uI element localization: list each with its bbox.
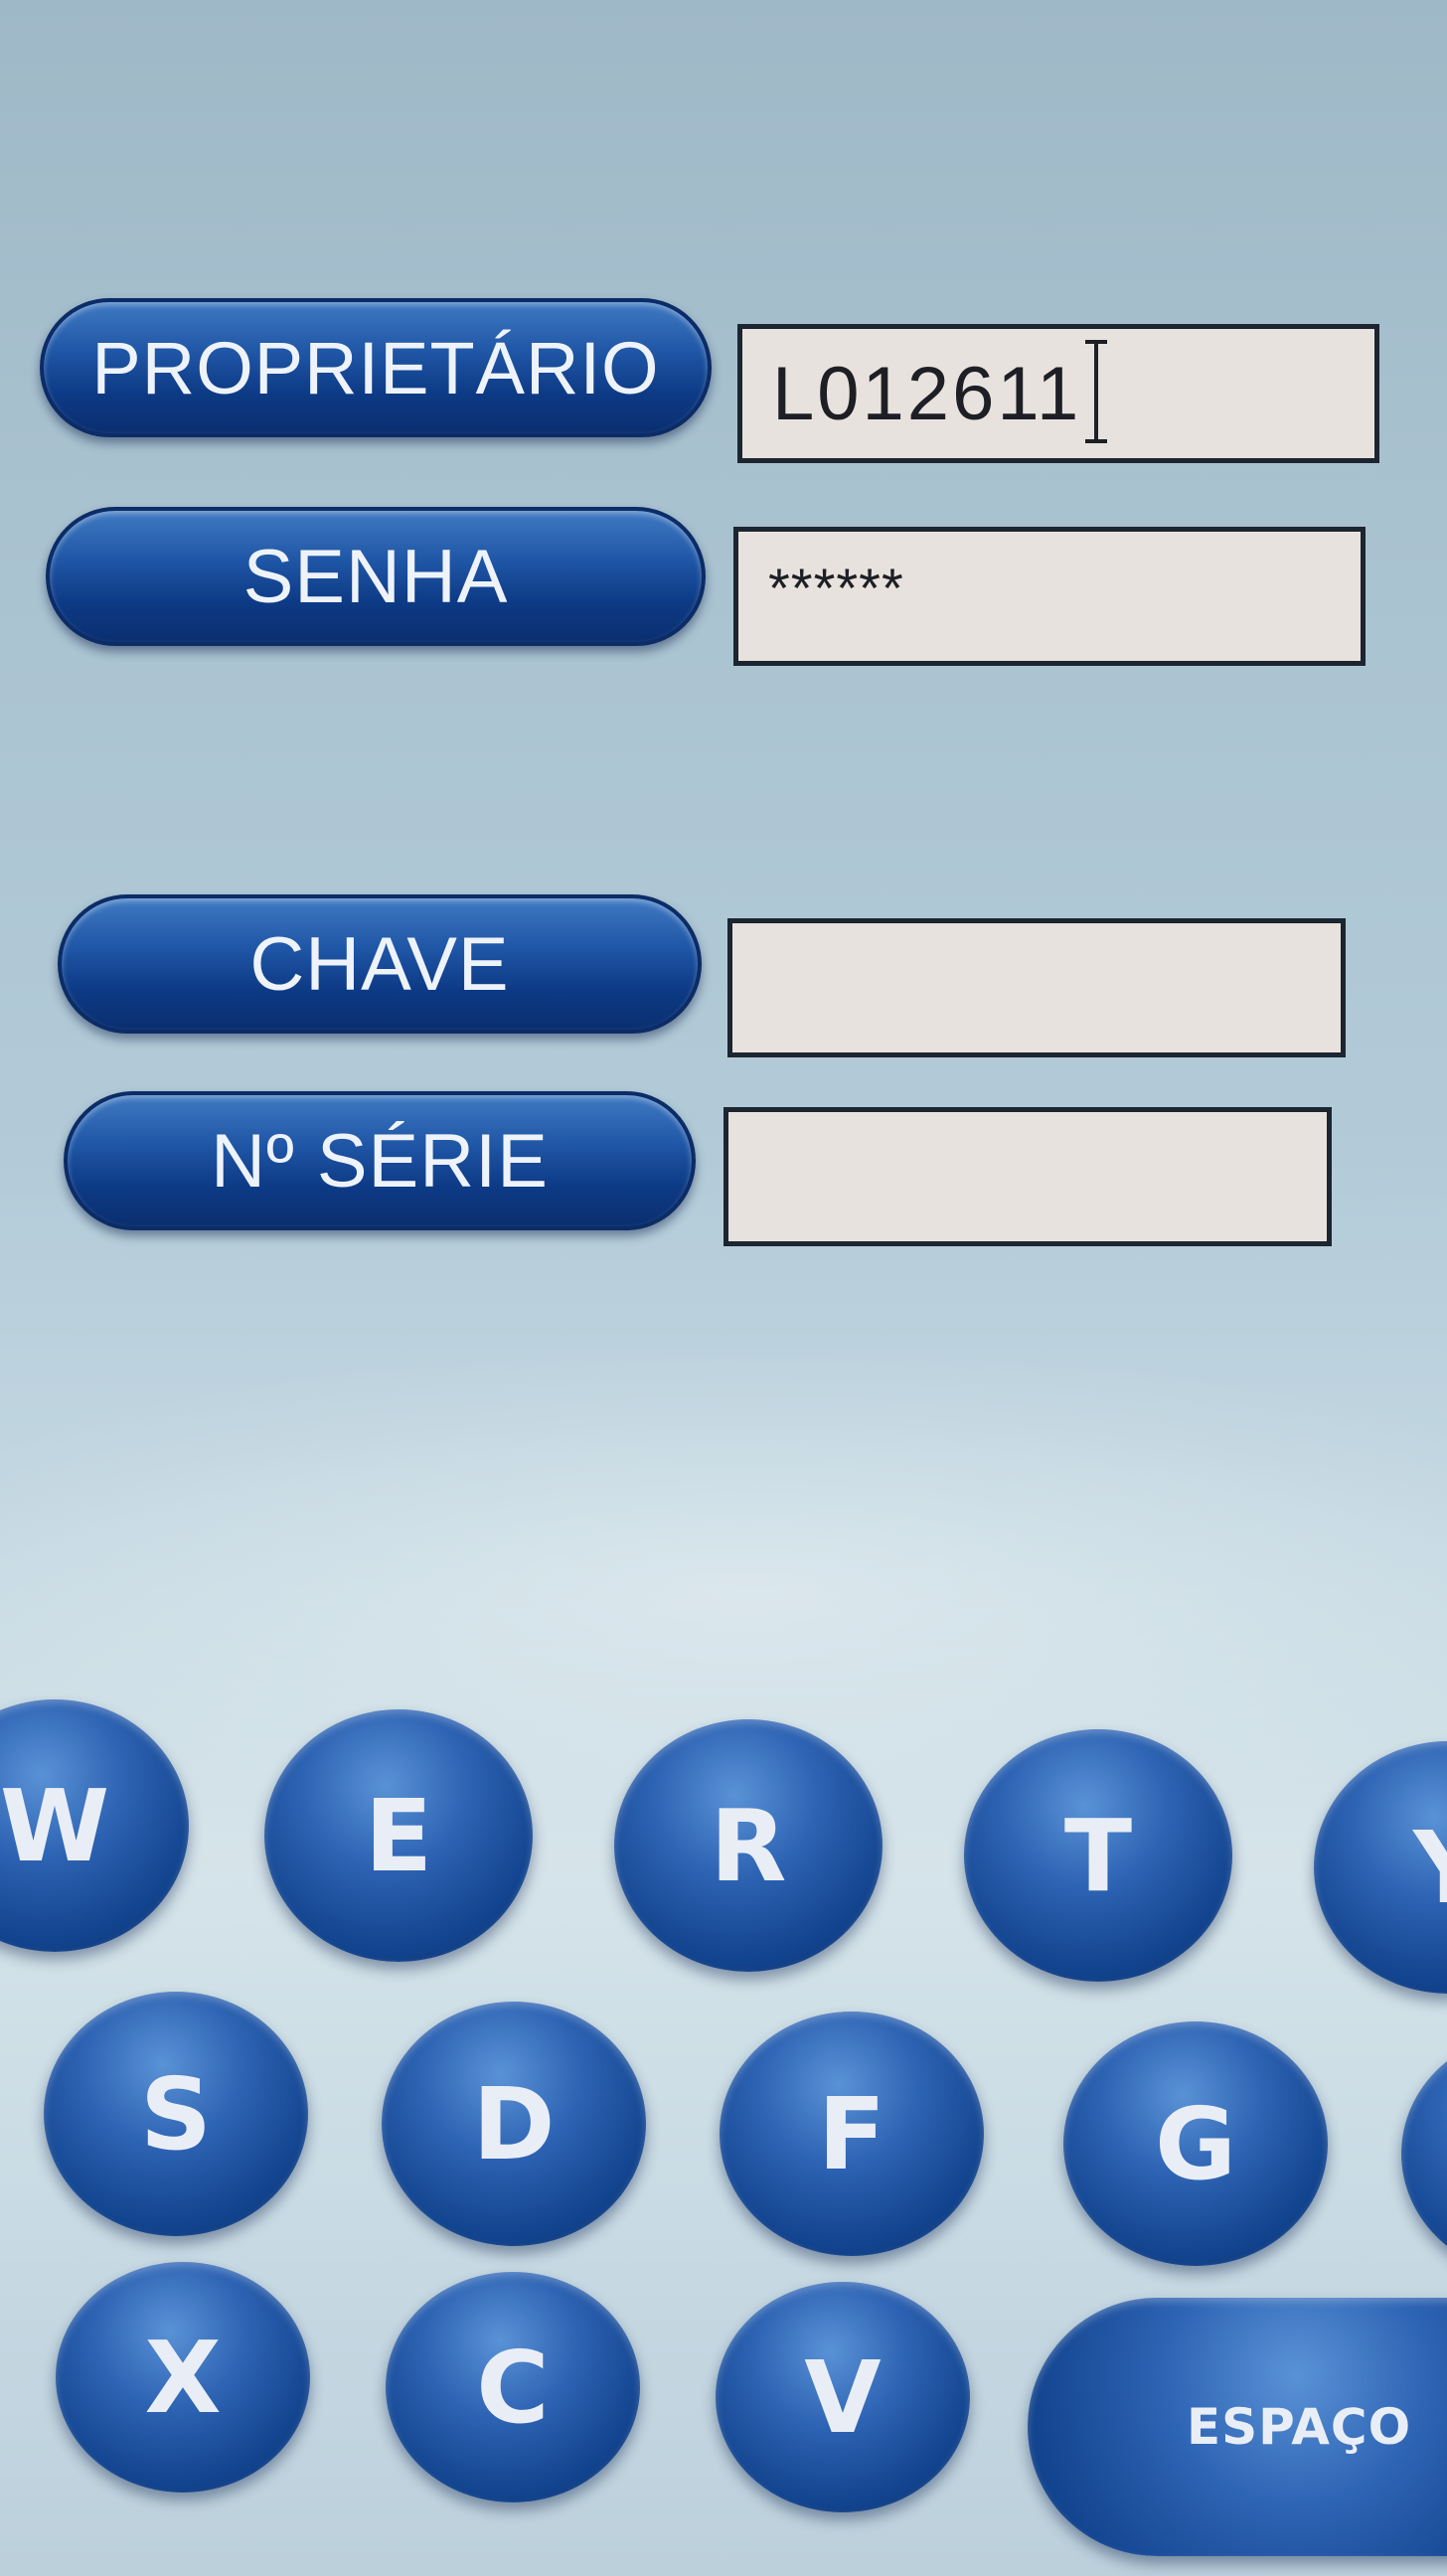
key-e[interactable]: E: [264, 1709, 533, 1962]
text-cursor-icon: [1085, 340, 1108, 447]
proprietario-label-button[interactable]: PROPRIETÁRIO: [40, 298, 712, 437]
key-v[interactable]: V: [716, 2282, 970, 2512]
key-f[interactable]: F: [720, 2012, 984, 2256]
key-c[interactable]: C: [386, 2272, 640, 2502]
key-g[interactable]: G: [1063, 2021, 1328, 2266]
login-screen: PROPRIETÁRIO L012611 SENHA ****** CHAVE …: [0, 0, 1447, 2576]
key-x[interactable]: X: [56, 2262, 310, 2493]
serie-field[interactable]: [724, 1107, 1332, 1246]
proprietario-value: L012611: [772, 351, 1082, 436]
chave-label-button[interactable]: CHAVE: [58, 894, 702, 1034]
proprietario-field[interactable]: L012611: [737, 324, 1379, 463]
space-key[interactable]: ESPAÇO: [1028, 2298, 1447, 2556]
serie-label-button[interactable]: Nº SÉRIE: [64, 1091, 696, 1230]
key-h[interactable]: H: [1401, 2031, 1447, 2276]
key-t[interactable]: T: [964, 1729, 1232, 1982]
key-w[interactable]: W: [0, 1699, 189, 1952]
chave-field[interactable]: [727, 918, 1346, 1057]
key-d[interactable]: D: [382, 2002, 646, 2246]
senha-label-button[interactable]: SENHA: [46, 507, 706, 646]
key-y[interactable]: Y: [1314, 1741, 1447, 1994]
senha-field[interactable]: ******: [733, 527, 1366, 666]
key-r[interactable]: R: [614, 1719, 883, 1972]
key-s[interactable]: S: [44, 1992, 308, 2236]
senha-value: ******: [768, 556, 904, 619]
